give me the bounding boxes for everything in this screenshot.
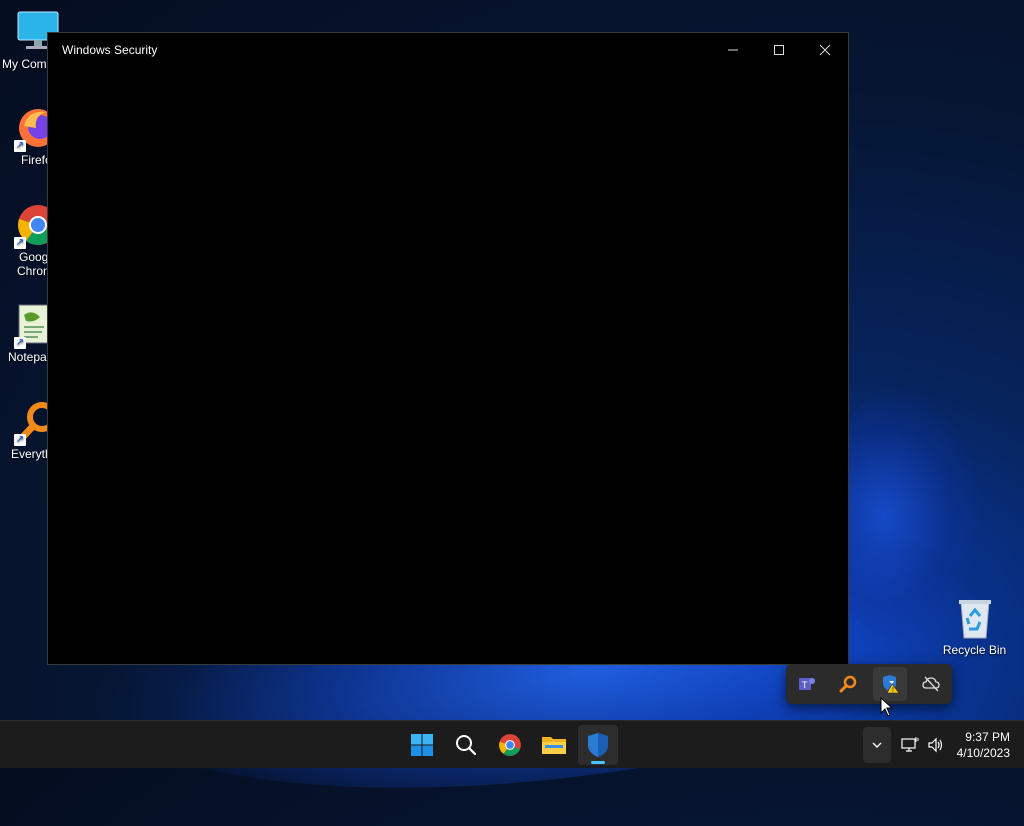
network-icon — [901, 737, 919, 752]
search-icon — [456, 735, 477, 756]
taskbar-search-button[interactable] — [446, 725, 486, 765]
everything-search-icon — [839, 675, 857, 693]
shortcut-arrow-icon: ↗ — [14, 434, 26, 446]
svg-text:!: ! — [892, 687, 894, 694]
tray-overflow-flyout: T ! — [786, 664, 952, 704]
system-tray: 9:37 PM 4/10/2023 — [862, 721, 1012, 769]
taskbar: 9:37 PM 4/10/2023 — [0, 720, 1024, 768]
windows-security-warning-icon: ! — [882, 675, 900, 694]
tray-item-teams[interactable]: T — [790, 667, 824, 701]
recycle-bin-icon — [953, 596, 997, 640]
taskbar-apps — [402, 725, 618, 765]
onedrive-offline-icon — [922, 676, 940, 692]
taskbar-windows-security-button[interactable] — [578, 725, 618, 765]
window-title: Windows Security — [62, 43, 158, 57]
minimize-icon — [728, 49, 738, 51]
minimize-button[interactable] — [710, 33, 756, 67]
teams-icon: T — [798, 678, 815, 690]
clock-date: 4/10/2023 — [956, 746, 1010, 760]
mouse-cursor-icon — [880, 696, 894, 722]
windows-security-icon — [588, 733, 608, 757]
file-explorer-icon — [542, 737, 566, 754]
close-icon — [819, 44, 831, 56]
volume-icon — [928, 737, 942, 753]
shortcut-arrow-icon: ↗ — [14, 337, 26, 349]
taskbar-file-explorer-button[interactable] — [534, 725, 574, 765]
clock-time: 9:37 PM — [965, 730, 1010, 744]
window-titlebar[interactable]: Windows Security — [48, 33, 848, 67]
shortcut-arrow-icon: ↗ — [14, 140, 26, 152]
svg-text:T: T — [802, 680, 808, 690]
close-button[interactable] — [802, 33, 848, 67]
chrome-icon — [499, 734, 521, 756]
desktop-icon-recycle-bin[interactable]: Recycle Bin — [938, 596, 1012, 657]
desktop-icon-label: Recycle Bin — [942, 643, 1007, 657]
maximize-button[interactable] — [756, 33, 802, 67]
taskbar-chrome-button[interactable] — [490, 725, 530, 765]
show-hidden-icons-button[interactable] — [862, 727, 891, 763]
taskbar-clock[interactable]: 9:37 PM 4/10/2023 — [957, 729, 1012, 761]
running-indicator — [591, 761, 605, 764]
shortcut-arrow-icon: ↗ — [14, 237, 26, 249]
maximize-icon — [774, 45, 784, 55]
tray-item-everything[interactable] — [831, 667, 865, 701]
quick-settings-button[interactable] — [901, 736, 945, 754]
start-icon — [411, 734, 433, 756]
start-button[interactable] — [402, 725, 442, 765]
chevron-down-icon — [872, 742, 882, 748]
windows-security-window[interactable]: Windows Security — [47, 32, 849, 665]
window-content-area — [48, 67, 848, 664]
tray-item-onedrive[interactable] — [914, 667, 948, 701]
tray-item-windows-security[interactable]: ! — [872, 667, 907, 701]
